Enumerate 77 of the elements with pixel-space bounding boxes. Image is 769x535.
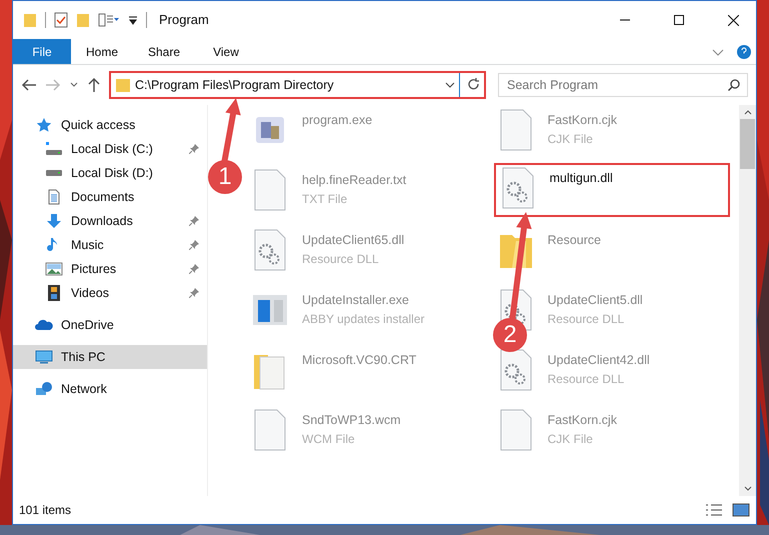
monitor-icon [35, 349, 53, 365]
close-icon [728, 14, 738, 26]
ribbon-tab[interactable]: File [13, 39, 71, 64]
properties-icon[interactable] [98, 13, 120, 27]
file-name: UpdateClient65.dll [302, 232, 404, 249]
film-icon [45, 285, 63, 301]
file-item[interactable]: multigun.dll [494, 163, 730, 217]
settings-file-icon [252, 229, 288, 271]
sidebar-item[interactable]: OneDrive [13, 313, 207, 337]
window-title: Program [159, 11, 209, 30]
file-type: Resource DLL [548, 370, 626, 388]
file-type: Resource DLL [302, 250, 380, 268]
ribbon-tab[interactable]: View [195, 39, 257, 64]
maximize-icon [674, 15, 684, 25]
file-icon [252, 409, 288, 451]
file-type: CJK File [548, 430, 594, 448]
thumbnail-view-icon[interactable] [732, 502, 750, 518]
network-icon [35, 381, 53, 397]
file-name: UpdateInstaller.exe [302, 292, 410, 309]
file-type: CJK File [548, 130, 594, 148]
star-icon [35, 117, 53, 133]
sidebar-item[interactable]: Local Disk (D:) [13, 161, 207, 185]
file-type: WCM File [302, 430, 356, 448]
pin-icon[interactable] [189, 216, 199, 226]
back-arrow-icon[interactable] [21, 77, 37, 93]
sidebar-item[interactable]: This PC [13, 345, 207, 369]
file-name: multigun.dll [550, 170, 613, 187]
cloud-icon [35, 317, 53, 333]
pin-icon[interactable] [189, 240, 199, 250]
folder-icon [115, 77, 131, 93]
address-field[interactable]: C:\Program Files\Program Directory [109, 71, 486, 99]
file-name: UpdateClient5.dll [548, 292, 643, 309]
details-view-icon[interactable] [704, 502, 724, 518]
file-name: UpdateClient42.dll [548, 352, 650, 369]
sidebar-item[interactable]: Pictures [13, 257, 207, 281]
search-icon[interactable] [728, 79, 740, 91]
settings-file-icon [498, 349, 534, 391]
up-arrow-icon[interactable] [87, 77, 101, 93]
file-type: ABBY updates installer [302, 310, 425, 328]
ribbon-tab[interactable]: Home [71, 39, 133, 64]
drive-icon [45, 141, 63, 157]
file-name: FastKorn.cjk [548, 412, 617, 429]
file-name: FastKorn.cjk [548, 112, 617, 129]
sidebar-item[interactable]: Videos [13, 281, 207, 305]
dropdown-icon[interactable] [128, 15, 138, 25]
sidebar-item[interactable]: Downloads [13, 209, 207, 233]
search-field[interactable]: Search Program [498, 73, 748, 97]
picture-icon [45, 261, 63, 277]
file-icon [498, 109, 534, 151]
pin-icon[interactable] [189, 288, 199, 298]
sidebar-item[interactable]: Documents [13, 185, 207, 209]
settings-file-icon [500, 167, 536, 209]
file-icon [252, 169, 288, 211]
file-name: help.fineReader.txt [302, 172, 406, 189]
checklist-icon[interactable] [54, 12, 68, 28]
ribbon-tab[interactable]: Share [133, 39, 195, 64]
file-name: Microsoft.VC90.CRT [302, 352, 416, 369]
pin-icon[interactable] [189, 144, 199, 154]
file-name: SndToWP13.wcm [302, 412, 401, 429]
sidebar-item[interactable]: Network [13, 377, 207, 401]
sidebar-item[interactable]: Music [13, 233, 207, 257]
sidebar-item[interactable]: Local Disk (C:) [13, 137, 207, 161]
file-type: TXT File [302, 190, 348, 208]
scrollbar[interactable] [739, 105, 756, 496]
minimize-icon [620, 19, 630, 21]
chevron-down-icon[interactable] [445, 80, 455, 90]
item-count: 101 items [19, 502, 72, 519]
file-name: Resource [548, 232, 601, 249]
scroll-thumb[interactable] [740, 119, 755, 169]
file-name: program.exe [302, 112, 372, 129]
download-icon [45, 213, 63, 229]
pin-icon[interactable] [189, 264, 199, 274]
file-type: Resource DLL [548, 310, 626, 328]
drive-icon [45, 169, 63, 177]
file-icon [498, 409, 534, 451]
address-path: C:\Program Files\Program Directory [135, 76, 335, 94]
sidebar-item[interactable]: Quick access [13, 113, 207, 137]
